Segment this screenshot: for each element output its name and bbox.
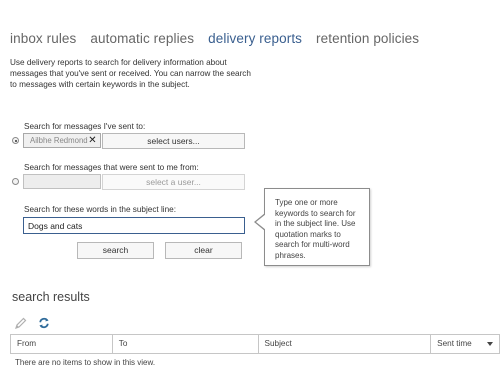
intro-line: Use delivery reports to search for deliv… [10,58,227,67]
selected-user-name: Ailbhe Redmond [30,136,88,145]
sent-from-label: Search for messages that were sent to me… [24,163,199,172]
chevron-down-icon[interactable] [487,342,493,346]
column-subject[interactable]: Subject [259,335,432,353]
tooltip-line: keywords to search for [275,208,356,218]
sent-to-radio[interactable] [12,137,19,144]
intro-line: messages that you've sent or received. Y… [10,69,251,78]
select-a-user-button[interactable]: select a user... [102,174,245,190]
tooltip-line: Type one or more [275,198,338,207]
tooltip-line: in the subject line. Use [275,219,356,228]
sent-to-label: Search for messages I've sent to: [24,122,146,131]
tab-retention-policies[interactable]: retention policies [316,31,419,46]
tooltip-line: search for multi-word [275,240,350,249]
sent-from-radio[interactable] [12,178,19,185]
tab-automatic-replies[interactable]: automatic replies [90,31,194,46]
tooltip-line: quotation marks to [275,229,341,239]
intro-text: Use delivery reports to search for deliv… [10,57,265,90]
pencil-icon[interactable] [14,316,28,330]
column-to[interactable]: To [113,335,259,353]
results-column-header: From To Subject Sent time [10,334,500,354]
search-button[interactable]: search [77,242,154,259]
subject-help-tooltip: Type one or more keywords to search for … [264,188,370,266]
empty-results-message: There are no items to show in this view. [15,358,156,367]
tooltip-line: phrases. [275,250,306,260]
tooltip-pointer-fill [256,214,266,230]
column-sent-time[interactable]: Sent time [431,335,500,353]
tab-delivery-reports[interactable]: delivery reports [208,31,302,46]
results-heading: search results [12,290,90,304]
column-from[interactable]: From [11,335,113,353]
refresh-icon[interactable] [37,316,51,330]
tab-inbox-rules[interactable]: inbox rules [10,31,76,46]
select-users-button[interactable]: select users... [102,133,245,149]
sender-field [23,174,101,189]
close-icon[interactable]: ✕ [87,134,98,147]
intro-line: to messages with certain keywords in the… [10,80,190,89]
column-sent-time-label: Sent time [437,339,472,348]
clear-button[interactable]: clear [165,242,242,259]
tab-bar: inbox rules automatic replies delivery r… [10,31,419,46]
subject-input[interactable] [23,217,245,234]
subject-label: Search for these words in the subject li… [24,205,177,214]
